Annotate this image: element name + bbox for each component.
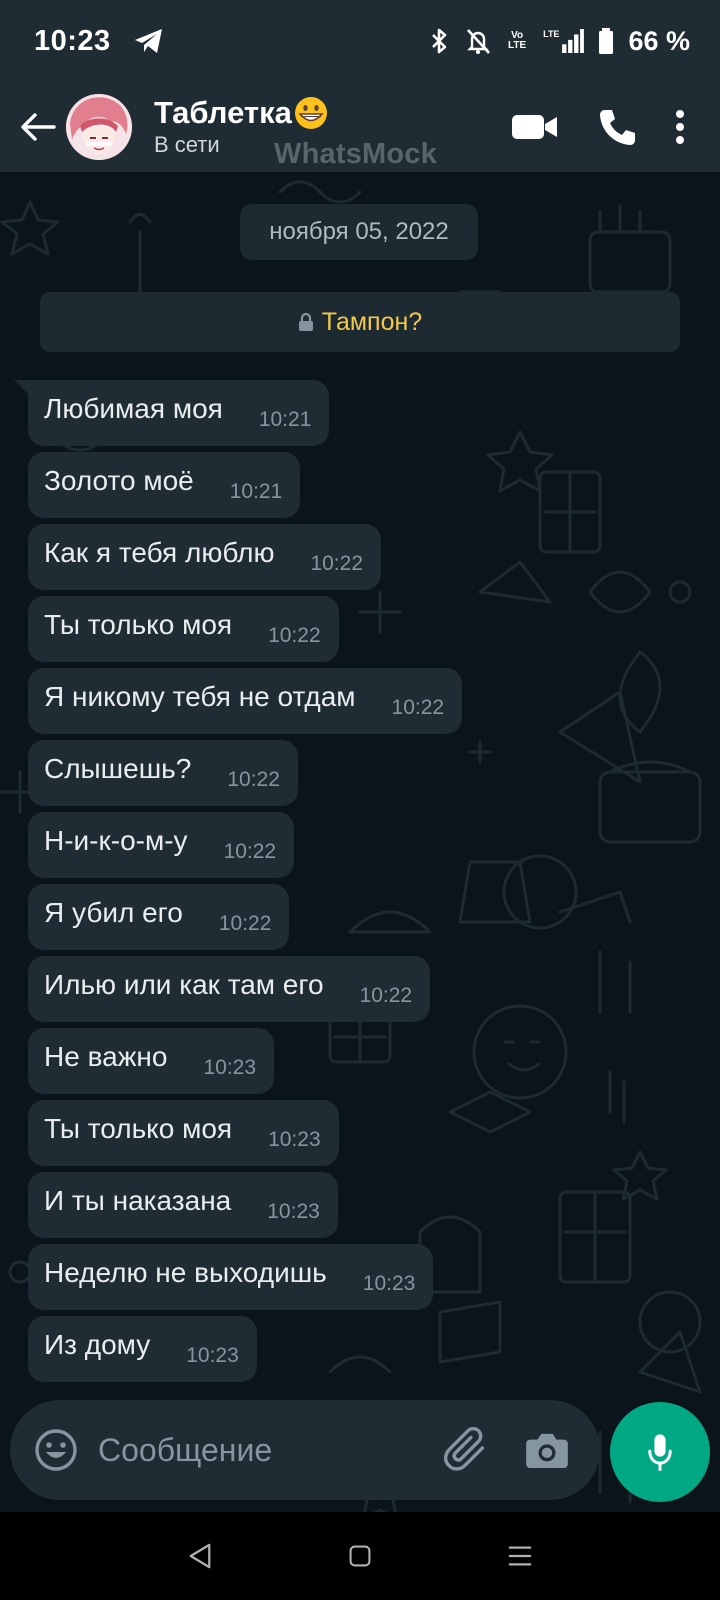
message-bubble[interactable]: И ты наказана 10:23 (28, 1172, 338, 1238)
nav-recents-button[interactable] (500, 1536, 540, 1576)
status-time: 10:23 (34, 24, 111, 57)
message-time: 10:22 (218, 912, 272, 935)
contact-name-row: Таблетка (154, 95, 328, 131)
message-bubble[interactable]: Неделю не выходишь 10:23 (28, 1244, 434, 1310)
video-call-button[interactable] (494, 97, 576, 157)
more-vert-icon (676, 110, 684, 144)
message-text: Ты только моя (44, 609, 233, 640)
message-bubble[interactable]: Я убил его 10:22 (28, 884, 290, 950)
message-bubble[interactable]: Я никому тебя не отдам 10:22 (28, 668, 463, 734)
nav-recents-icon (508, 1546, 532, 1566)
message-bubble[interactable]: Не важно 10:23 (28, 1028, 275, 1094)
message-bubble[interactable]: Илью или как там его 10:22 (28, 956, 431, 1022)
message-time: 10:22 (223, 840, 277, 863)
date-chip: ноября 05, 2022 (240, 204, 478, 260)
message-time: 10:23 (362, 1272, 416, 1295)
volte-icon: Vo LTE (508, 30, 527, 51)
signal-icon: LTE (543, 29, 585, 53)
message-text: И ты наказана (44, 1185, 232, 1216)
message-input[interactable]: Сообщение (98, 1432, 442, 1469)
message-time: 10:22 (227, 768, 280, 791)
header-actions (494, 97, 702, 157)
mic-icon (648, 1434, 672, 1472)
nav-back-button[interactable] (180, 1536, 220, 1576)
nav-back-icon (189, 1543, 211, 1569)
mute-icon (467, 29, 491, 54)
message-bubble[interactable]: Ты только моя 10:23 (28, 1100, 339, 1166)
back-button[interactable] (10, 99, 66, 155)
video-call-icon (512, 115, 557, 139)
lock-icon (298, 312, 313, 331)
grinning-emoji-icon (294, 97, 327, 129)
more-options-button[interactable] (658, 97, 702, 157)
message-time: 10:23 (203, 1056, 257, 1079)
encryption-notice[interactable]: Тампон? (40, 292, 680, 352)
message-list: Любимая моя 10:21 Золото моё 10:21 Как я… (13, 380, 692, 1388)
message-text: Н-и-к-о-м-у (44, 825, 188, 856)
phone-icon (600, 110, 635, 145)
status-bar: 10:23 Vo LTE LTE 66 % (0, 0, 720, 82)
bluetooth-icon (432, 28, 447, 54)
voice-message-button[interactable] (610, 1402, 710, 1502)
message-text: Золото моё (44, 465, 194, 496)
message-time: 10:22 (268, 624, 321, 647)
message-time: 10:21 (229, 480, 283, 503)
camera-icon (526, 1433, 568, 1468)
battery-icon (599, 28, 614, 54)
telegram-icon (134, 29, 162, 53)
message-time: 10:22 (391, 696, 445, 719)
watermark: WhatsMock (274, 138, 437, 170)
message-bubble[interactable]: Н-и-к-о-м-у 10:22 (28, 812, 295, 878)
message-time: 10:21 (258, 408, 312, 431)
message-text: Я убил его (44, 897, 183, 928)
message-bubble[interactable]: Золото моё 10:21 (28, 452, 301, 518)
message-bubble[interactable]: Слышешь? 10:22 (28, 740, 298, 806)
message-text: Илью или как там его (44, 969, 324, 1000)
voice-call-button[interactable] (576, 97, 658, 157)
message-time: 10:23 (268, 1128, 321, 1151)
chat-header: Таблетка В сети WhatsMock (0, 82, 720, 172)
camera-button[interactable] (524, 1427, 570, 1473)
message-text: Ты только моя (44, 1113, 233, 1144)
message-bubble[interactable]: Ты только моя 10:22 (28, 596, 339, 662)
encryption-notice-text: Тампон? (321, 307, 423, 336)
message-time: 10:23 (267, 1200, 320, 1223)
message-time: 10:23 (186, 1344, 239, 1367)
avatar[interactable] (66, 94, 132, 160)
message-input-container: Сообщение (10, 1400, 600, 1500)
chat-area[interactable]: ноября 05, 2022 Тампон? Любимая моя 10:2… (0, 172, 720, 1512)
message-bubble[interactable]: Из дому 10:23 (28, 1316, 257, 1382)
contact-name: Таблетка (154, 95, 292, 130)
nav-home-button[interactable] (340, 1536, 380, 1576)
attach-icon (444, 1427, 485, 1471)
message-text: Из дому (44, 1329, 151, 1360)
message-text: Как я тебя люблю (44, 537, 275, 568)
message-bubble[interactable]: Как я тебя люблю 10:22 (28, 524, 382, 590)
composer-bar: Сообщение (0, 1400, 720, 1512)
emoji-icon[interactable] (34, 1428, 78, 1472)
message-text: Я никому тебя не отдам (44, 681, 356, 712)
back-arrow-icon (21, 113, 56, 141)
message-text: Слышешь? (44, 753, 192, 784)
message-text: Не важно (44, 1041, 168, 1072)
attach-button[interactable] (442, 1425, 492, 1475)
message-time: 10:22 (310, 552, 364, 575)
message-time: 10:22 (359, 984, 413, 1007)
message-bubble[interactable]: Любимая моя 10:21 (13, 380, 330, 446)
message-text: Неделю не выходишь (44, 1257, 327, 1288)
battery-percent: 66 % (628, 25, 690, 56)
message-text: Любимая моя (44, 393, 223, 424)
nav-home-icon (349, 1545, 371, 1567)
system-nav-bar (0, 1512, 720, 1600)
